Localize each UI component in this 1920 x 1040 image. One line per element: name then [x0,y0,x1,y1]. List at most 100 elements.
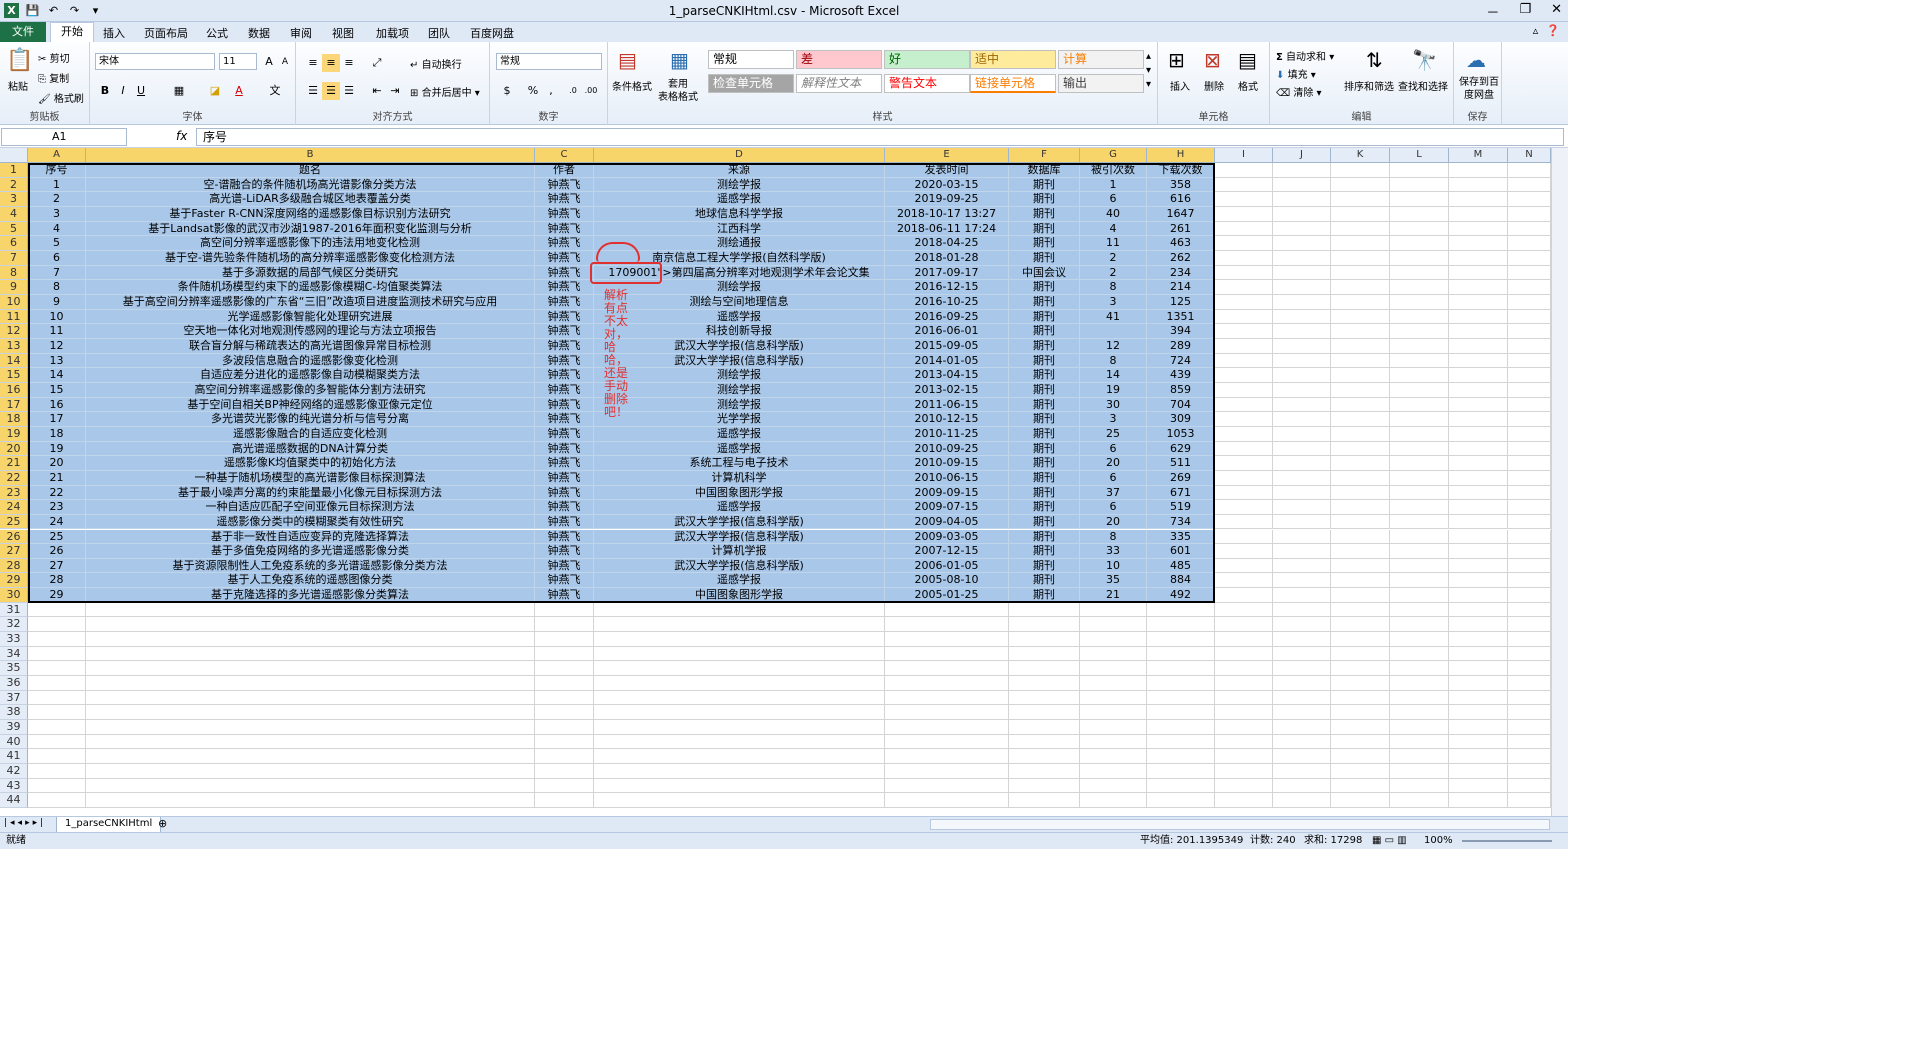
empty-cell[interactable] [1215,646,1273,662]
data-cell[interactable]: 5 [28,236,86,251]
empty-cell[interactable] [1273,250,1331,266]
data-cell[interactable]: 武汉大学学报(信息科学版) [594,514,885,530]
data-cell[interactable]: 7 [28,265,86,281]
empty-cell[interactable] [1508,309,1551,325]
empty-cell[interactable] [1331,749,1390,765]
data-cell[interactable]: 遥感影像分类中的模糊聚类有效性研究 [86,514,535,530]
empty-cell[interactable] [1449,646,1508,662]
empty-cell[interactable] [1273,617,1331,633]
empty-cell[interactable] [86,646,535,662]
save-baidu-button[interactable]: 保存到百度网盘 [1457,76,1501,102]
data-cell[interactable]: 钟燕飞 [535,514,594,530]
data-cell[interactable]: 14 [1080,368,1147,383]
data-cell[interactable]: 671 [1147,485,1215,501]
header-cell[interactable]: 来源 [594,163,885,178]
styles-scroll-icon[interactable]: ▴ ▾ ▾ [1146,50,1151,92]
data-cell[interactable]: 35 [1080,573,1147,589]
data-cell[interactable]: 214 [1147,280,1215,295]
data-cell[interactable]: 2 [1080,250,1147,266]
empty-cell[interactable] [1390,514,1449,530]
data-cell[interactable]: 基于多值免疫网络的多光谱遥感影像分类 [86,544,535,559]
empty-cell[interactable] [1449,705,1508,721]
empty-cell[interactable] [1508,705,1551,721]
empty-cell[interactable] [1331,353,1390,369]
empty-cell[interactable] [1449,470,1508,486]
data-cell[interactable]: 钟燕飞 [535,573,594,589]
empty-cell[interactable] [1331,705,1390,721]
data-cell[interactable]: 2010-06-15 [885,470,1009,486]
empty-cell[interactable] [1508,573,1551,589]
empty-cell[interactable] [535,617,594,633]
find-select-icon[interactable]: 🔭 [1412,48,1437,72]
data-cell[interactable]: 测绘与空间地理信息 [594,294,885,310]
data-cell[interactable]: 钟燕飞 [535,426,594,442]
data-cell[interactable]: 21 [28,470,86,486]
data-cell[interactable]: 40 [1080,206,1147,222]
data-cell[interactable]: 武汉大学学报(信息科学版) [594,338,885,354]
data-cell[interactable]: 8 [28,280,86,295]
data-cell[interactable]: 10 [28,309,86,325]
empty-cell[interactable] [1508,500,1551,515]
empty-cell[interactable] [1390,632,1449,647]
new-sheet-icon[interactable]: ⊕ [158,817,167,830]
align-top-icon[interactable]: ≡ [304,54,322,72]
empty-cell[interactable] [1009,676,1080,691]
tab-baidu[interactable]: 百度网盘 [470,25,514,41]
empty-cell[interactable] [1449,177,1508,193]
data-cell[interactable]: 2016-06-01 [885,324,1009,339]
fill-color-icon[interactable]: ◪ [206,82,224,100]
empty-cell[interactable] [1508,353,1551,369]
empty-cell[interactable] [594,602,885,618]
empty-cell[interactable] [1331,163,1390,178]
empty-cell[interactable] [1080,793,1147,809]
data-cell[interactable]: 289 [1147,338,1215,354]
empty-cell[interactable] [1273,456,1331,471]
data-cell[interactable]: 26 [28,544,86,559]
empty-cell[interactable] [1390,221,1449,237]
empty-cell[interactable] [1080,661,1147,677]
data-cell[interactable]: 钟燕飞 [535,588,594,603]
data-cell[interactable]: 2013-02-15 [885,382,1009,398]
data-cell[interactable]: 2010-12-15 [885,412,1009,427]
empty-cell[interactable] [1080,690,1147,706]
empty-cell[interactable] [1273,397,1331,413]
empty-cell[interactable] [1508,602,1551,618]
style-calculation[interactable]: 计算 [1058,50,1144,69]
empty-cell[interactable] [1449,250,1508,266]
empty-cell[interactable] [594,661,885,677]
empty-cell[interactable] [1273,338,1331,354]
align-right-icon[interactable]: ☰ [340,82,358,100]
empty-cell[interactable] [1449,676,1508,691]
empty-cell[interactable] [1449,163,1508,178]
data-cell[interactable]: 25 [1080,426,1147,442]
data-cell[interactable]: 2018-10-17 13:27 [885,206,1009,222]
empty-cell[interactable] [1390,470,1449,486]
empty-cell[interactable] [594,793,885,809]
empty-cell[interactable] [1508,441,1551,457]
data-cell[interactable]: 261 [1147,221,1215,237]
empty-cell[interactable] [1273,676,1331,691]
data-cell[interactable]: 13 [28,353,86,369]
empty-cell[interactable] [1390,456,1449,471]
data-cell[interactable]: 2009-09-15 [885,485,1009,501]
data-cell[interactable]: 期刊 [1009,382,1080,398]
data-cell[interactable]: 钟燕飞 [535,324,594,339]
data-cell[interactable]: 16 [28,397,86,413]
currency-icon[interactable]: $ [498,82,516,100]
data-cell[interactable]: 463 [1147,236,1215,251]
empty-cell[interactable] [1273,206,1331,222]
empty-cell[interactable] [594,778,885,794]
empty-cell[interactable] [1080,632,1147,647]
empty-cell[interactable] [885,617,1009,633]
data-cell[interactable]: 2018-04-25 [885,236,1009,251]
empty-cell[interactable] [1273,382,1331,398]
empty-cell[interactable] [885,646,1009,662]
empty-cell[interactable] [1215,250,1273,266]
empty-cell[interactable] [1215,412,1273,427]
orientation-icon[interactable]: ⤢ [368,54,386,72]
data-cell[interactable]: 期刊 [1009,236,1080,251]
empty-cell[interactable] [1215,500,1273,515]
sort-filter-button[interactable]: 排序和筛选 [1344,78,1394,93]
row-header[interactable]: 4 [0,206,28,222]
empty-cell[interactable] [885,734,1009,750]
